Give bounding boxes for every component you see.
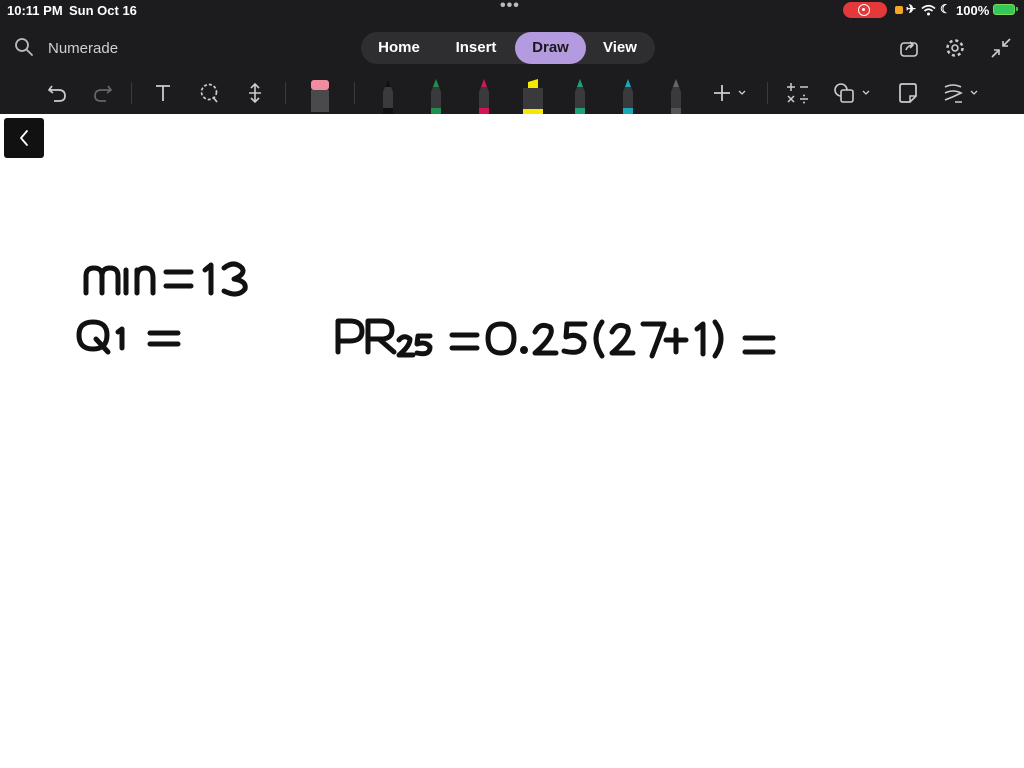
screen-recording-icon[interactable] xyxy=(843,2,887,18)
multitasking-dots-icon[interactable]: ••• xyxy=(500,0,520,15)
pen-magenta-icon[interactable] xyxy=(475,78,493,114)
highlighter-yellow-icon[interactable] xyxy=(520,78,546,114)
search-icon[interactable] xyxy=(14,37,34,57)
airplane-mode-icon: ✈ xyxy=(906,2,917,16)
ink-line-min xyxy=(83,261,248,297)
battery-percent: 100% xyxy=(956,3,990,18)
eraser-icon[interactable] xyxy=(307,78,333,112)
text-icon[interactable] xyxy=(150,78,176,108)
ink-line-q1 xyxy=(76,319,181,355)
status-date: Sun Oct 16 xyxy=(69,3,137,18)
toolbar-divider xyxy=(285,82,286,104)
ribbon-tabs: Home Insert Draw View xyxy=(361,32,655,64)
ink-line-pr25 xyxy=(335,318,776,359)
space-icon[interactable] xyxy=(242,78,268,108)
pen-cyan-icon[interactable] xyxy=(619,78,637,114)
battery-icon xyxy=(993,4,1018,15)
collapse-icon[interactable] xyxy=(990,37,1012,59)
undo-icon[interactable] xyxy=(44,78,70,108)
status-bar: 10:11 PM Sun Oct 16 ••• ✈ ☾ 100% xyxy=(0,0,1024,22)
redo-icon[interactable] xyxy=(90,78,116,108)
add-pen-icon[interactable] xyxy=(709,78,751,108)
moon-focus-icon: ☾ xyxy=(940,2,951,16)
app-chrome: 10:11 PM Sun Oct 16 ••• ✈ ☾ 100% Numerad… xyxy=(0,0,1024,114)
tab-home[interactable]: Home xyxy=(367,32,431,64)
orange-indicator-icon xyxy=(895,6,903,14)
status-time: 10:11 PM xyxy=(7,3,63,18)
toolbar-divider xyxy=(131,82,132,104)
note-canvas[interactable] xyxy=(0,114,1024,768)
math-icon[interactable] xyxy=(785,78,811,108)
toolbar-divider xyxy=(354,82,355,104)
wifi-icon xyxy=(921,4,936,16)
tab-view[interactable]: View xyxy=(589,32,651,64)
tab-draw[interactable]: Draw xyxy=(515,32,586,64)
shapes-icon[interactable] xyxy=(832,78,874,108)
share-icon[interactable] xyxy=(898,37,920,59)
top-bar: Numerade Home Insert Draw View xyxy=(0,28,1024,68)
notebook-title[interactable]: Numerade xyxy=(48,40,118,57)
pen-gray-icon[interactable] xyxy=(667,78,685,114)
pen-green-icon[interactable] xyxy=(427,78,445,114)
toolbar-divider xyxy=(767,82,768,104)
lasso-icon[interactable] xyxy=(196,78,222,108)
pen-black-icon[interactable] xyxy=(379,78,397,114)
draw-toolbar xyxy=(0,72,1024,114)
ink-to-shape-icon[interactable] xyxy=(895,78,921,108)
tab-insert[interactable]: Insert xyxy=(439,32,513,64)
pen-teal-icon[interactable] xyxy=(571,78,589,114)
ink-to-text-icon[interactable] xyxy=(941,78,983,108)
gear-icon[interactable] xyxy=(944,37,966,59)
